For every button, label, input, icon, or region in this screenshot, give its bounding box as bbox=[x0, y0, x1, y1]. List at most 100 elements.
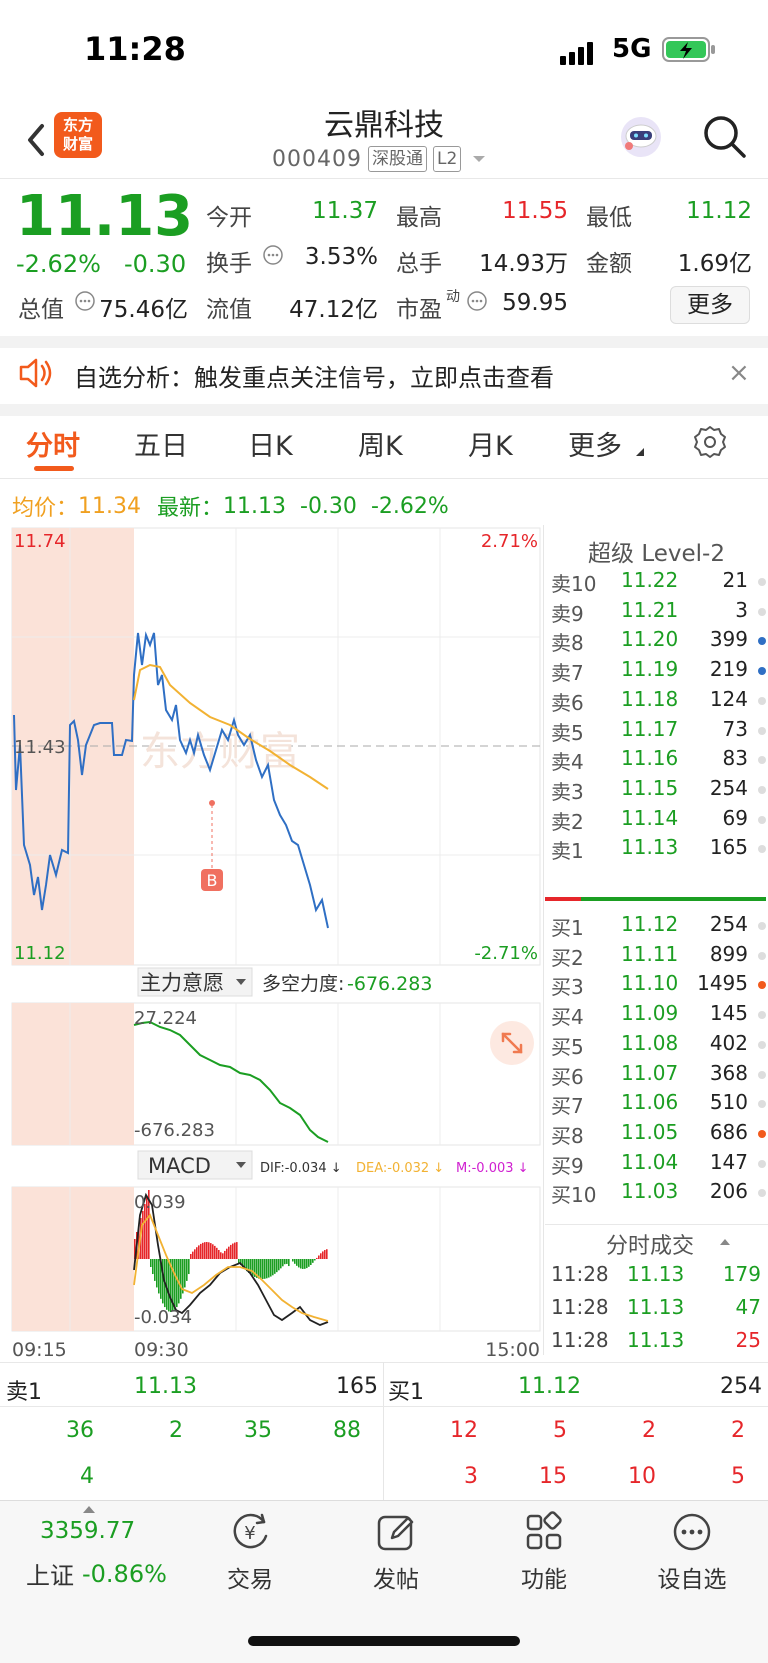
ask-row[interactable]: 卖5 11.17 73 bbox=[551, 717, 766, 748]
stock-code-row[interactable]: 000409 深股通 L2 bbox=[272, 146, 491, 172]
queue-order: 2 bbox=[731, 1418, 745, 1443]
bid-row[interactable]: 买9 11.04 147 bbox=[551, 1150, 766, 1181]
index-info[interactable]: 上证 -0.86% bbox=[26, 1556, 167, 1591]
ask-label: 卖7 bbox=[551, 661, 584, 686]
tab-weekly-k[interactable]: 周K bbox=[358, 424, 403, 463]
bid-label: 买7 bbox=[551, 1094, 584, 1119]
nav-post[interactable]: 发帖 bbox=[336, 1510, 456, 1594]
stock-code: 000409 bbox=[272, 146, 362, 172]
queue-sell-vol: 165 bbox=[336, 1374, 378, 1399]
macd-bar bbox=[176, 1259, 178, 1308]
ask-row[interactable]: 卖2 11.14 69 bbox=[551, 806, 766, 837]
market-tag: 深股通 bbox=[367, 146, 427, 172]
macd-bar bbox=[308, 1259, 310, 1267]
divider bbox=[545, 1224, 768, 1225]
ask-label: 卖4 bbox=[551, 750, 584, 775]
ask-label: 卖8 bbox=[551, 631, 584, 656]
bid-dot bbox=[758, 1159, 766, 1168]
ask-row[interactable]: 卖7 11.19 219 bbox=[551, 657, 766, 688]
ask-row[interactable]: 卖3 11.15 254 bbox=[551, 776, 766, 807]
more-button[interactable]: 更多 bbox=[670, 286, 750, 324]
bid-label: 买2 bbox=[551, 945, 584, 970]
macd-bar bbox=[282, 1259, 284, 1267]
info-icon[interactable] bbox=[262, 244, 284, 266]
macd-bar bbox=[318, 1255, 320, 1259]
notice-text: 自选分析：触发重点关注信号，立即点击查看 bbox=[74, 364, 554, 392]
bid-dot bbox=[758, 1011, 766, 1020]
info-icon[interactable] bbox=[74, 290, 96, 312]
ask-label: 卖5 bbox=[551, 720, 584, 745]
turnover-label: 换手 bbox=[206, 251, 252, 277]
macd-bar bbox=[270, 1259, 272, 1277]
bid-row[interactable]: 买10 11.03 206 bbox=[551, 1179, 766, 1210]
search-icon[interactable] bbox=[700, 112, 748, 160]
ask-row[interactable]: 卖1 11.13 165 bbox=[551, 835, 766, 866]
macd-bar bbox=[230, 1244, 232, 1259]
trades-title[interactable]: 分时成交 bbox=[606, 1228, 694, 1260]
info-icon[interactable] bbox=[466, 290, 488, 312]
bid-row[interactable]: 买5 11.08 402 bbox=[551, 1031, 766, 1062]
macd-bar bbox=[174, 1259, 176, 1310]
avg-price: 11.34 bbox=[78, 493, 141, 519]
ask-row[interactable]: 卖10 11.22 21 bbox=[551, 568, 766, 599]
order-book-title[interactable]: 超级 Level-2 bbox=[545, 534, 768, 568]
tab-five-day[interactable]: 五日 bbox=[134, 424, 188, 463]
bid-label: 买3 bbox=[551, 975, 584, 1000]
tab-more[interactable]: 更多 bbox=[568, 424, 622, 463]
macd-bar bbox=[298, 1259, 300, 1268]
trade-yen-icon: ¥ bbox=[190, 1510, 310, 1554]
macd-bar bbox=[284, 1259, 286, 1265]
tab-monthly-k[interactable]: 月K bbox=[468, 424, 513, 463]
more-dots-icon bbox=[632, 1510, 752, 1554]
queue-order: 36 bbox=[66, 1418, 94, 1443]
bid-row[interactable]: 买4 11.09 145 bbox=[551, 1001, 766, 1032]
macd-bar bbox=[210, 1243, 212, 1259]
bid-row[interactable]: 买7 11.06 510 bbox=[551, 1090, 766, 1121]
macd-bar bbox=[274, 1259, 276, 1274]
close-icon[interactable]: × bbox=[728, 358, 750, 388]
bid-dot bbox=[758, 1040, 766, 1049]
ask-price: 11.19 bbox=[621, 657, 679, 682]
divider bbox=[0, 1362, 768, 1363]
bid-price: 11.06 bbox=[621, 1090, 679, 1115]
bid-row[interactable]: 买6 11.07 368 bbox=[551, 1061, 766, 1092]
ask-row[interactable]: 卖8 11.20 399 bbox=[551, 627, 766, 658]
macd-bar bbox=[214, 1245, 216, 1259]
index-value[interactable]: 3359.77 bbox=[40, 1518, 135, 1544]
mktcap-label: 总值 bbox=[18, 297, 64, 323]
bid-row[interactable]: 买2 11.11 899 bbox=[551, 942, 766, 973]
ask-row[interactable]: 卖6 11.18 124 bbox=[551, 687, 766, 718]
intraday-chart[interactable]: 东方财富 B 11.74 11.43 11.12 2.71% -2.71% 主力… bbox=[0, 525, 545, 1365]
bid-label: 买8 bbox=[551, 1123, 584, 1148]
macd-m: M:-0.003 ↓ bbox=[456, 1161, 529, 1176]
bid-row[interactable]: 买3 11.10 1495 bbox=[551, 971, 766, 1002]
nav-functions[interactable]: 功能 bbox=[484, 1510, 604, 1594]
level-tag: L2 bbox=[432, 146, 462, 172]
ask-price: 11.14 bbox=[621, 805, 679, 830]
bid-row[interactable]: 买1 11.12 254 bbox=[551, 912, 766, 943]
ask-label: 卖6 bbox=[551, 690, 584, 715]
ask-row[interactable]: 卖9 11.21 3 bbox=[551, 598, 766, 629]
nav-add-watchlist[interactable]: 设自选 bbox=[632, 1510, 752, 1594]
trade-price: 11.13 bbox=[627, 1262, 685, 1286]
trade-volume: 47 bbox=[735, 1295, 761, 1319]
tab-daily-k[interactable]: 日K bbox=[248, 424, 293, 463]
macd-bar bbox=[168, 1259, 170, 1312]
settings-gear-icon[interactable] bbox=[692, 424, 728, 460]
macd-bar bbox=[312, 1259, 314, 1263]
nav-trade[interactable]: ¥ 交易 bbox=[190, 1510, 310, 1594]
ask-volume: 83 bbox=[722, 746, 748, 771]
bid-dot bbox=[758, 1100, 766, 1109]
bid-volume: 899 bbox=[709, 941, 748, 966]
buy-marker-label: B bbox=[207, 871, 218, 890]
tab-active-indicator bbox=[34, 466, 74, 471]
bid-row[interactable]: 买8 11.05 686 bbox=[551, 1120, 766, 1151]
tab-intraday[interactable]: 分时 bbox=[26, 424, 80, 463]
assistant-robot-icon[interactable] bbox=[616, 112, 666, 162]
auction-shade bbox=[12, 1003, 134, 1145]
macd-bar bbox=[212, 1244, 214, 1259]
bid-volume: 368 bbox=[709, 1060, 748, 1085]
macd-axis-top: 0.039 bbox=[134, 1192, 186, 1213]
ask-row[interactable]: 卖4 11.16 83 bbox=[551, 746, 766, 777]
queue-order: 15 bbox=[539, 1464, 567, 1489]
